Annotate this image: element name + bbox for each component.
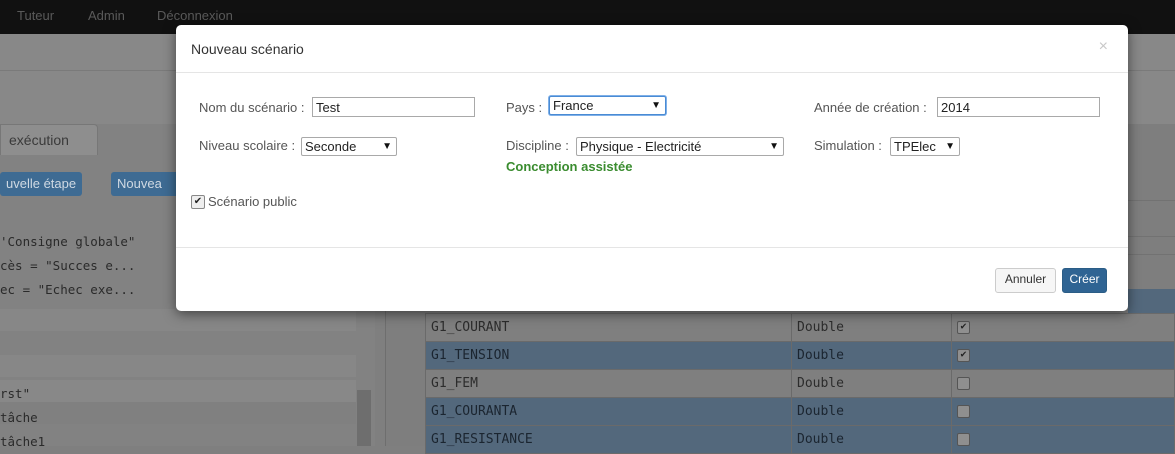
var-type: Double	[791, 369, 952, 398]
checkbox[interactable]: ✔	[957, 349, 970, 362]
list-item: tâche1	[0, 434, 46, 449]
country-label: Pays :	[506, 100, 543, 115]
new-scenario-modal: Nouveau scénario × Nom du scénario : Pay…	[176, 25, 1128, 311]
var-type: Double	[791, 313, 952, 342]
cancel-button[interactable]: Annuler	[995, 268, 1056, 293]
table-header-strip	[1128, 289, 1175, 313]
var-name: G1_COURANTA	[425, 397, 792, 426]
modal-footer: Annuler Créer	[176, 247, 1128, 312]
code-line: 'Consigne globale"	[0, 234, 136, 249]
var-check-cell	[951, 369, 1175, 398]
var-check-cell	[951, 425, 1175, 454]
tab-execution-label: exécution	[9, 132, 69, 148]
school-level-label: Niveau scolaire :	[199, 138, 296, 153]
list-row	[0, 355, 356, 377]
country-select[interactable]: France ▼	[549, 96, 666, 115]
public-scenario-checkbox[interactable]: ✔	[191, 195, 205, 209]
create-button[interactable]: Créer	[1062, 268, 1107, 293]
list-row	[0, 309, 356, 331]
var-type: Double	[791, 397, 952, 426]
var-check-cell: ✔	[951, 341, 1175, 370]
scenario-name-input[interactable]	[312, 97, 475, 117]
list-item: rst"	[0, 386, 31, 401]
checkbox[interactable]: ✔	[957, 321, 970, 334]
code-line: cès = "Succes e...	[0, 258, 136, 273]
country-value: France	[553, 98, 594, 113]
nav-admin[interactable]: Admin	[88, 8, 125, 23]
var-type: Double	[791, 425, 952, 454]
dropdown-arrow-icon: ▼	[945, 141, 955, 152]
var-name: G1_RESISTANCE	[425, 425, 792, 454]
var-name: G1_TENSION	[425, 341, 792, 370]
new-button[interactable]: Nouvea	[111, 172, 183, 196]
list-item: tâche	[0, 410, 38, 425]
discipline-value: Physique - Electricité	[580, 139, 702, 154]
table-row: G1_COURANTA Double	[425, 397, 1175, 426]
table-row: G1_FEM Double	[425, 369, 1175, 398]
code-line: ec = "Echec exe...	[0, 282, 136, 297]
list-row	[0, 402, 356, 424]
nav-tuteur[interactable]: Tuteur	[17, 8, 54, 23]
school-level-value: Seconde	[305, 139, 357, 154]
school-level-select[interactable]: Seconde ▼	[301, 137, 397, 156]
modal-header: Nouveau scénario ×	[176, 25, 1128, 73]
simulation-label: Simulation :	[814, 138, 882, 153]
checkbox[interactable]	[957, 377, 970, 390]
table-row: G1_COURANT Double ✔	[425, 313, 1175, 342]
creation-year-label: Année de création :	[814, 100, 927, 115]
checkbox[interactable]	[957, 433, 970, 446]
list-row	[0, 380, 356, 402]
var-type: Double	[791, 341, 952, 370]
var-check-cell	[951, 397, 1175, 426]
table-row: G1_TENSION Double ✔	[425, 341, 1175, 370]
modal-title: Nouveau scénario	[191, 41, 304, 57]
dropdown-arrow-icon: ▼	[769, 141, 779, 152]
scrollbar[interactable]	[357, 390, 371, 446]
dropdown-arrow-icon: ▼	[382, 141, 392, 152]
table-row: G1_RESISTANCE Double	[425, 425, 1175, 454]
creation-year-input[interactable]	[937, 97, 1100, 117]
discipline-label: Discipline :	[506, 138, 569, 153]
var-name: G1_FEM	[425, 369, 792, 398]
close-icon[interactable]: ×	[1099, 38, 1108, 56]
simulation-select[interactable]: TPElec ▼	[890, 137, 960, 156]
dropdown-arrow-icon: ▼	[651, 100, 661, 111]
new-step-button[interactable]: uvelle étape	[0, 172, 83, 196]
conception-note: Conception assistée	[506, 159, 633, 174]
var-name: G1_COURANT	[425, 313, 792, 342]
variables-table: G1_COURANT Double ✔ G1_TENSION Double ✔ …	[425, 313, 1175, 454]
simulation-value: TPElec	[894, 139, 936, 154]
discipline-select[interactable]: Physique - Electricité ▼	[576, 137, 784, 156]
nav-deconnexion[interactable]: Déconnexion	[157, 8, 233, 23]
checkbox[interactable]	[957, 405, 970, 418]
public-scenario-label: Scénario public	[208, 194, 297, 209]
var-check-cell: ✔	[951, 313, 1175, 342]
tab-execution[interactable]: exécution	[0, 124, 98, 155]
scenario-name-label: Nom du scénario :	[199, 100, 305, 115]
